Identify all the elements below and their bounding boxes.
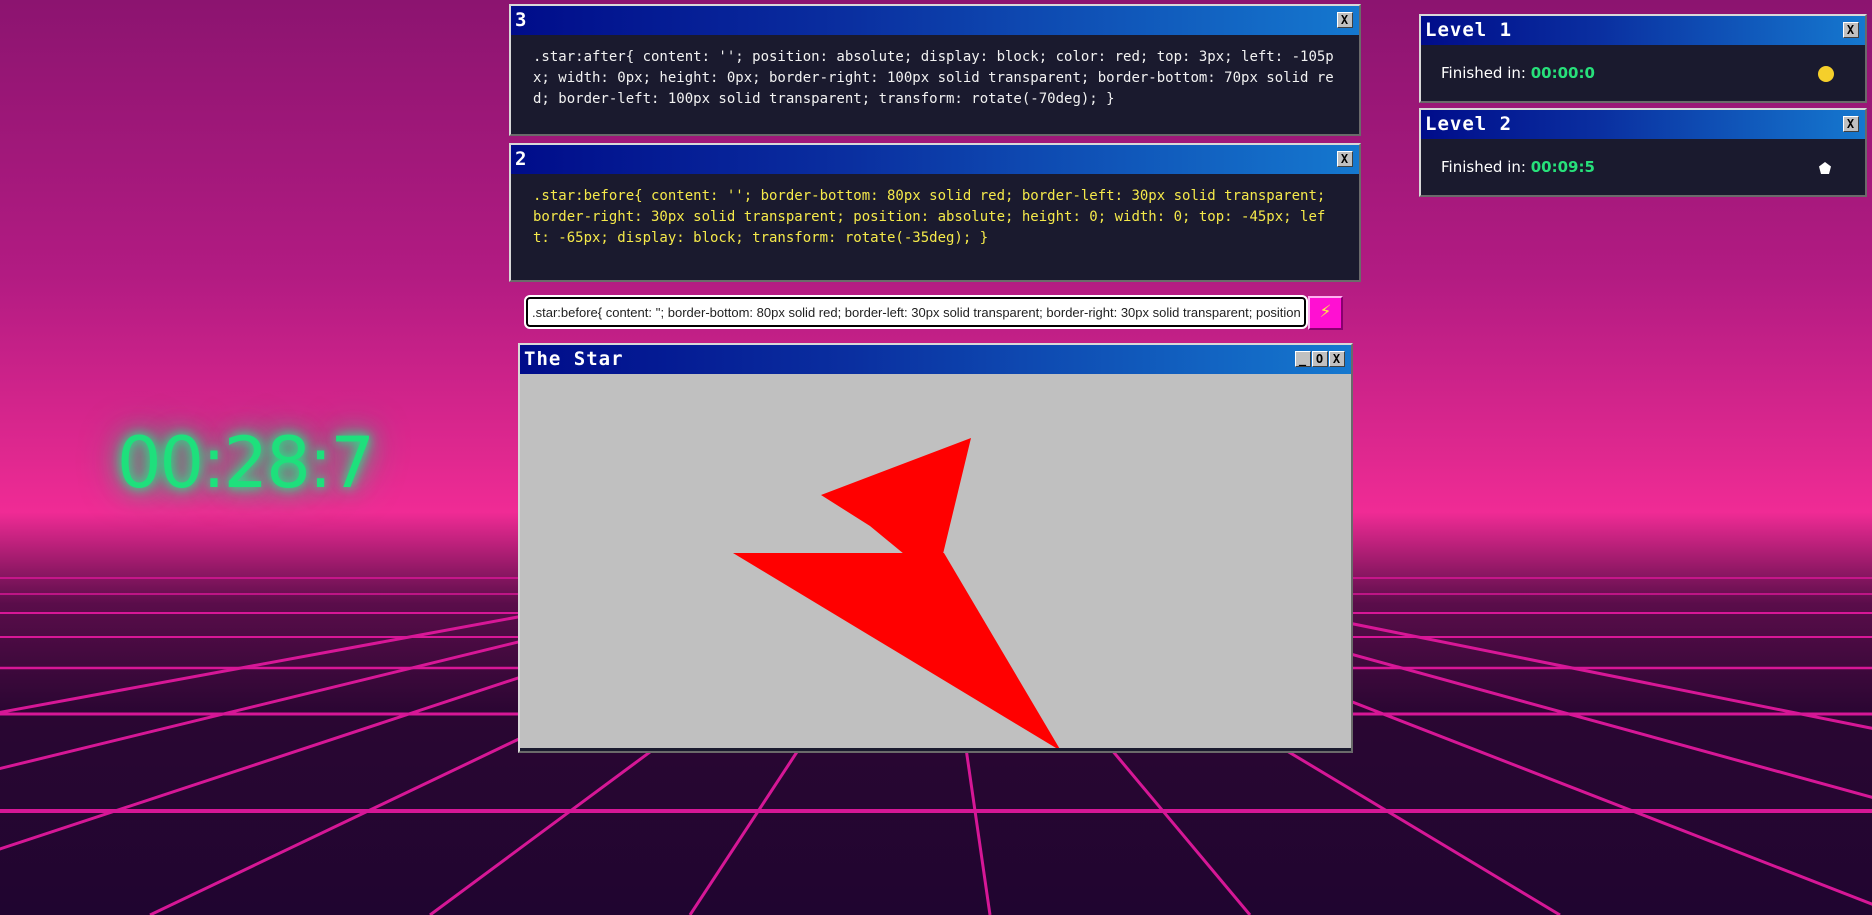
step-3-code: .star:after{ content: ''; position: abso… xyxy=(533,49,1334,107)
finish-time: 00:00:0 xyxy=(1530,64,1595,82)
circle-icon xyxy=(1818,66,1834,82)
finish-time: 00:09:5 xyxy=(1530,158,1595,176)
pentagon-icon xyxy=(1819,162,1831,174)
level-2-window: Level 2 X Finished in: 00:09:5 xyxy=(1419,108,1867,197)
lightning-icon: ⚡ xyxy=(1319,302,1332,322)
step-2-titlebar[interactable]: 2 X xyxy=(511,145,1359,174)
star-before-shape xyxy=(821,438,971,554)
step-3-window: 3 X .star:after{ content: ''; position: … xyxy=(509,4,1361,136)
star-window-title: The Star xyxy=(524,348,624,370)
minimize-button[interactable]: _ xyxy=(1295,351,1311,367)
step-2-code: .star:before{ content: ''; border-bottom… xyxy=(533,188,1326,246)
level-2-body: Finished in: 00:09:5 xyxy=(1421,139,1865,195)
step-2-title: 2 xyxy=(515,148,528,170)
css-input[interactable] xyxy=(524,295,1308,329)
star-canvas xyxy=(520,374,1351,751)
run-button[interactable]: ⚡ xyxy=(1308,296,1343,330)
maximize-button[interactable]: O xyxy=(1312,351,1328,367)
level-1-body: Finished in: 00:00:0 xyxy=(1421,45,1865,101)
level-1-window: Level 1 X Finished in: 00:00:0 xyxy=(1419,14,1867,103)
close-button[interactable]: X xyxy=(1843,22,1859,38)
close-button[interactable]: X xyxy=(1329,351,1345,367)
close-button[interactable]: X xyxy=(1843,116,1859,132)
elapsed-timer: 00:28:7 xyxy=(117,422,375,504)
finished-label: Finished in: 00:09:5 xyxy=(1441,158,1595,176)
close-button[interactable]: X xyxy=(1337,151,1353,167)
close-button[interactable]: X xyxy=(1337,12,1353,28)
star-after-shape xyxy=(733,553,1061,751)
level-1-titlebar[interactable]: Level 1 X xyxy=(1421,16,1865,45)
step-3-title: 3 xyxy=(515,9,528,31)
star-titlebar[interactable]: The Star _ O X xyxy=(520,345,1351,374)
step-2-window: 2 X .star:before{ content: ''; border-bo… xyxy=(509,143,1361,282)
step-3-titlebar[interactable]: 3 X xyxy=(511,6,1359,35)
finished-label: Finished in: 00:00:0 xyxy=(1441,64,1595,82)
star-drawing xyxy=(733,438,1061,751)
star-window: The Star _ O X xyxy=(518,343,1353,753)
level-1-title: Level 1 xyxy=(1425,19,1513,41)
level-2-title: Level 2 xyxy=(1425,113,1513,135)
level-2-titlebar[interactable]: Level 2 X xyxy=(1421,110,1865,139)
